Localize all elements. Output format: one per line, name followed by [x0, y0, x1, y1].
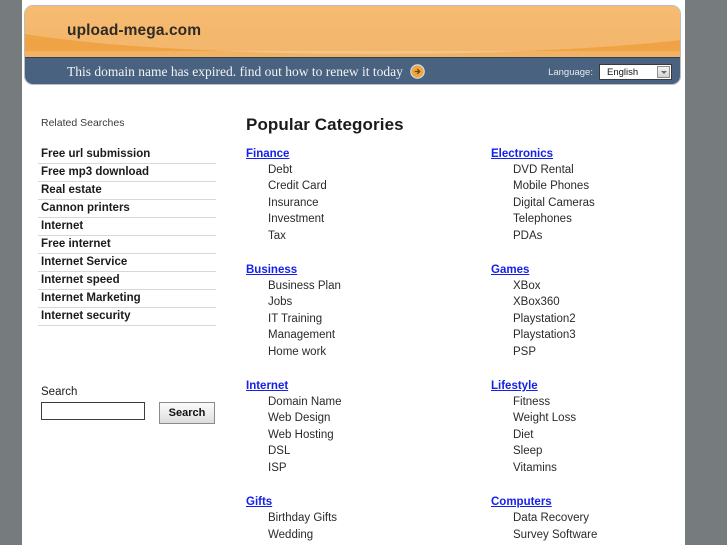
- related-search-item[interactable]: Free internet: [38, 236, 216, 254]
- header-card: upload-mega.com This domain name has exp…: [24, 5, 681, 85]
- category-item[interactable]: XBox: [513, 278, 670, 294]
- category-item[interactable]: Digital Cameras: [513, 195, 670, 211]
- popular-categories-section: Popular Categories Finance Debt Credit Car…: [226, 95, 671, 545]
- category-item[interactable]: Telephones: [513, 211, 670, 227]
- category-item[interactable]: Jobs: [268, 294, 448, 310]
- category-item[interactable]: Weight Loss: [513, 410, 670, 426]
- category-group: Internet Domain Name Web Design Web Hosting…: [246, 376, 448, 476]
- category-item[interactable]: Mobile Phones: [513, 178, 670, 194]
- related-search-item[interactable]: Internet security: [38, 308, 216, 326]
- category-item[interactable]: Web Hosting: [268, 427, 448, 443]
- expiry-notice-label: This domain name has expired. find out h…: [67, 64, 403, 79]
- category-item[interactable]: Diet: [513, 427, 670, 443]
- related-search-item[interactable]: Cannon printers: [38, 200, 216, 218]
- category-group: Games XBox XBox360 Playstation2 Playstation3…: [491, 260, 670, 360]
- category-group-title[interactable]: Internet: [246, 380, 288, 392]
- related-search-item[interactable]: Internet Service: [38, 254, 216, 272]
- categories-columns: Finance Debt Credit Card Insurance Investmen…: [226, 144, 671, 545]
- category-item[interactable]: Wedding: [268, 527, 448, 543]
- category-item[interactable]: Data Recovery: [513, 510, 670, 526]
- chevron-down-icon[interactable]: [657, 66, 670, 78]
- category-item[interactable]: Management: [268, 327, 448, 343]
- category-group-title[interactable]: Computers: [491, 496, 552, 508]
- related-search-item[interactable]: Internet: [38, 218, 216, 236]
- category-item[interactable]: PDAs: [513, 228, 670, 244]
- category-item[interactable]: Playstation3: [513, 327, 670, 343]
- search-button[interactable]: Search: [159, 402, 215, 424]
- site-domain-title: upload-mega.com: [67, 22, 202, 39]
- category-item[interactable]: Insurance: [268, 195, 448, 211]
- related-search-item[interactable]: Real estate: [38, 182, 216, 200]
- category-group-title[interactable]: Games: [491, 264, 529, 276]
- category-group: Electronics DVD Rental Mobile Phones Digita…: [491, 144, 670, 244]
- brand-banner: upload-mega.com: [25, 6, 680, 57]
- category-group-title[interactable]: Lifestyle: [491, 380, 538, 392]
- category-group: ComputersData RecoverySurvey SoftwareHar…: [491, 492, 670, 545]
- search-row: Search: [41, 402, 216, 424]
- category-column: Finance Debt Credit Card Insurance Investmen…: [226, 144, 448, 545]
- category-item[interactable]: Credit Card: [268, 178, 448, 194]
- category-item[interactable]: XBox360: [513, 294, 670, 310]
- category-item[interactable]: PSP: [513, 344, 670, 360]
- category-item[interactable]: Business Plan: [268, 278, 448, 294]
- category-group: GiftsBirthday GiftsWeddingFlowers: [246, 492, 448, 545]
- category-item[interactable]: Birthday Gifts: [268, 510, 448, 526]
- expiry-notice-text: This domain name has expired. find out h…: [67, 64, 425, 80]
- language-selector-group: Language: English: [548, 58, 672, 84]
- category-item[interactable]: Debt: [268, 162, 448, 178]
- language-select[interactable]: English: [599, 64, 672, 80]
- category-group: Business Business Plan Jobs IT Training Mana…: [246, 260, 448, 360]
- category-item[interactable]: Domain Name: [268, 394, 448, 410]
- category-item[interactable]: Sleep: [513, 443, 670, 459]
- page-title: Popular Categories: [246, 115, 404, 134]
- category-group-title[interactable]: Business: [246, 264, 297, 276]
- expiry-notice-bar: This domain name has expired. find out h…: [25, 57, 680, 84]
- site-header: upload-mega.com This domain name has exp…: [22, 5, 685, 87]
- category-item[interactable]: Vitamins: [513, 460, 670, 476]
- category-group-title[interactable]: Gifts: [246, 496, 272, 508]
- category-item[interactable]: DSL: [268, 443, 448, 459]
- related-searches-list: Free url submission Free mp3 download Real…: [38, 146, 216, 326]
- related-searches-sidebar: Related Searches Free url submission Free…: [38, 95, 216, 424]
- category-group-title[interactable]: Electronics: [491, 148, 553, 160]
- category-item[interactable]: DVD Rental: [513, 162, 670, 178]
- circle-arrow-right-icon[interactable]: [410, 64, 425, 79]
- search-input[interactable]: [41, 402, 145, 420]
- related-search-item[interactable]: Free url submission: [38, 146, 216, 164]
- related-searches-title: Related Searches: [41, 117, 125, 129]
- category-item[interactable]: Web Design: [268, 410, 448, 426]
- category-item[interactable]: ISP: [268, 460, 448, 476]
- category-item[interactable]: Home work: [268, 344, 448, 360]
- category-group: Finance Debt Credit Card Insurance Investmen…: [246, 144, 448, 244]
- category-item[interactable]: Fitness: [513, 394, 670, 410]
- category-item[interactable]: Tax: [268, 228, 448, 244]
- search-area: Search Search: [41, 386, 216, 424]
- related-search-item[interactable]: Internet speed: [38, 272, 216, 290]
- category-group: Lifestyle Fitness Weight Loss Diet Sleep Vita…: [491, 376, 670, 476]
- related-search-item[interactable]: Internet Marketing: [38, 290, 216, 308]
- language-label: Language:: [548, 66, 593, 78]
- category-item[interactable]: IT Training: [268, 311, 448, 327]
- related-search-item[interactable]: Free mp3 download: [38, 164, 216, 182]
- language-select-value: English: [607, 66, 639, 78]
- search-label: Search: [41, 386, 78, 398]
- page-container: upload-mega.com This domain name has exp…: [22, 0, 685, 545]
- category-group-title[interactable]: Finance: [246, 148, 289, 160]
- content-area: Related Searches Free url submission Free…: [22, 95, 685, 545]
- category-column: Electronics DVD Rental Mobile Phones Digita…: [448, 144, 670, 545]
- category-item[interactable]: Investment: [268, 211, 448, 227]
- category-item[interactable]: Survey Software: [513, 527, 670, 543]
- category-item[interactable]: Playstation2: [513, 311, 670, 327]
